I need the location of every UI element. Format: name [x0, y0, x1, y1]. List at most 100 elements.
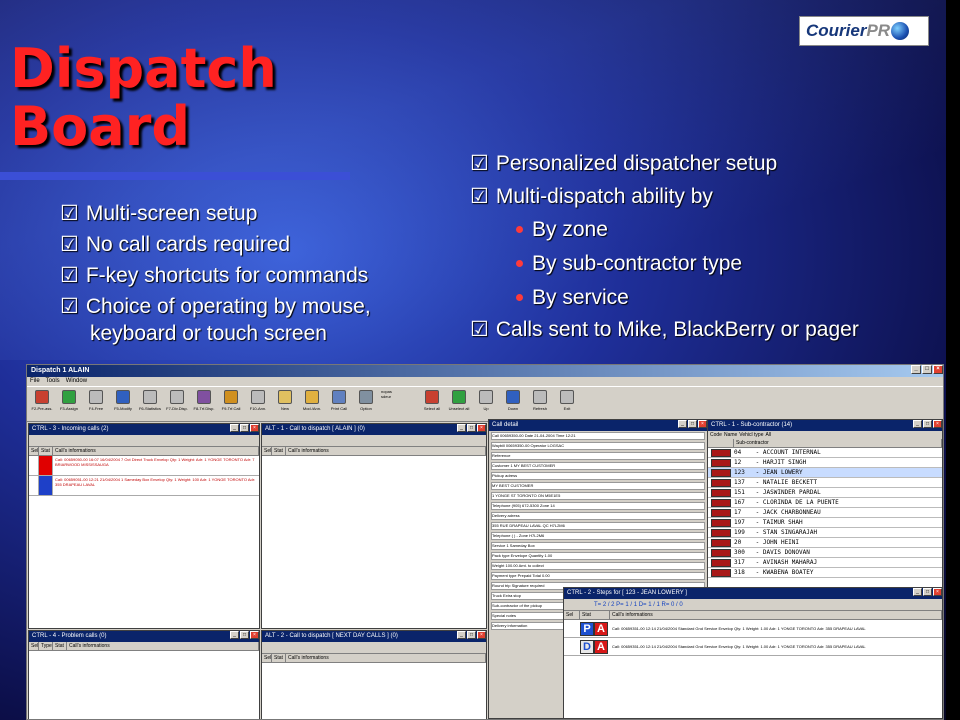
- toolbar-button[interactable]: F5-Modify: [111, 389, 135, 419]
- list-item[interactable]: 137 - NATALIE BECKETT: [708, 478, 942, 488]
- column-header[interactable]: Sel: [564, 611, 580, 619]
- minimize-button[interactable]: _: [911, 365, 921, 374]
- column-header[interactable]: Type: [39, 642, 53, 650]
- toolbar-button[interactable]: Down: [501, 389, 525, 419]
- detail-field[interactable]: Service 1 Sameday Box: [489, 541, 707, 551]
- menu-file[interactable]: File: [30, 377, 40, 386]
- list-item[interactable]: 317 - AVINASH MAHARAJ: [708, 558, 942, 568]
- detail-field[interactable]: Call 00659350-00 Date 21-04-2004 Time 12…: [489, 431, 707, 441]
- maximize-button[interactable]: □: [467, 424, 476, 432]
- list-item[interactable]: 199 - STAN SINGARAJAH: [708, 528, 942, 538]
- column-header[interactable]: Call's informations: [286, 654, 486, 662]
- maximize-button[interactable]: □: [467, 631, 476, 639]
- toolbar-button[interactable]: Select all: [420, 389, 444, 419]
- minimize-button[interactable]: _: [913, 588, 922, 596]
- close-button[interactable]: ×: [933, 420, 942, 428]
- detail-field[interactable]: Telephone (905) 672-5300 Zone 14: [489, 501, 707, 511]
- minimize-button[interactable]: _: [230, 424, 239, 432]
- toolbar-button[interactable]: F9-Trf.Call: [219, 389, 243, 419]
- radio-vehicle-type[interactable]: Vehicl type: [739, 432, 763, 438]
- toolbar-button[interactable]: F6-Statistics: [138, 389, 162, 419]
- column-header[interactable]: Sel: [262, 654, 272, 662]
- table-row[interactable]: Call: 00659051-00 12:21 21/04/2004 1 Sam…: [29, 476, 259, 496]
- toolbar-button[interactable]: Up: [474, 389, 498, 419]
- list-item[interactable]: 04 - ACCOUNT INTERNAL: [708, 448, 942, 458]
- minimize-button[interactable]: _: [457, 631, 466, 639]
- column-header[interactable]: Stat: [580, 611, 610, 619]
- toolbar-button[interactable]: Print Call: [327, 389, 351, 419]
- detail-field[interactable]: Customer 1 MY BEST CUSTOMER: [489, 461, 707, 471]
- maximize-button[interactable]: □: [923, 420, 932, 428]
- minimize-button[interactable]: _: [457, 424, 466, 432]
- list-item[interactable]: 300 - DAVIS DONOVAN: [708, 548, 942, 558]
- detail-field[interactable]: MY BEST CUSTOMER: [489, 481, 707, 491]
- toolbar-button[interactable]: F8-Trf.Disp.: [192, 389, 216, 419]
- close-button[interactable]: ×: [477, 631, 486, 639]
- maximize-button[interactable]: □: [922, 365, 932, 374]
- detail-field[interactable]: Telephone ( ) - Zone H7L2M6: [489, 531, 707, 541]
- column-header[interactable]: Sub-contractor: [734, 439, 942, 447]
- list-item[interactable]: 318 - KWABENA BOATEY: [708, 568, 942, 578]
- maximize-button[interactable]: □: [688, 420, 697, 428]
- toolbar-button[interactable]: Refresh: [528, 389, 552, 419]
- minimize-button[interactable]: _: [230, 631, 239, 639]
- column-header[interactable]: Stat: [53, 642, 67, 650]
- toolbar-button[interactable]: F4-Free: [84, 389, 108, 419]
- radio-code[interactable]: Code: [710, 432, 722, 438]
- column-header[interactable]: Stat: [272, 447, 286, 455]
- column-header[interactable]: Call's informations: [610, 611, 942, 619]
- menu-window[interactable]: Window: [66, 377, 87, 386]
- close-button[interactable]: ×: [250, 424, 259, 432]
- maximize-button[interactable]: □: [923, 588, 932, 596]
- list-item[interactable]: 197 - TAIMUR SHAH: [708, 518, 942, 528]
- toolbar-button[interactable]: F10-Ann.: [246, 389, 270, 419]
- column-header[interactable]: Stat: [272, 654, 286, 662]
- list-item[interactable]: 151 - JASWINDER PARDAL: [708, 488, 942, 498]
- column-header[interactable]: Call's informations: [53, 447, 259, 455]
- maximize-button[interactable]: □: [240, 631, 249, 639]
- toolbar-checkbox-group[interactable]: nopas sdeur: [381, 389, 417, 419]
- list-item[interactable]: 12 - HARJIT SINGH: [708, 458, 942, 468]
- close-button[interactable]: ×: [250, 631, 259, 639]
- toolbar-button[interactable]: New: [273, 389, 297, 419]
- table-row[interactable]: D A Call: 00659351-00 12:14 21/04/2004 S…: [564, 638, 942, 656]
- toolbar-checkbox[interactable]: sdeur: [381, 394, 417, 399]
- detail-field[interactable]: Pack type Envelope Quantity 1.00: [489, 551, 707, 561]
- table-row[interactable]: Call: 00659050-00 16:07 16/04/2004 7 Oct…: [29, 456, 259, 476]
- list-item[interactable]: 20 - JOHN HEINI: [708, 538, 942, 548]
- close-button[interactable]: ×: [933, 588, 942, 596]
- detail-field[interactable]: Delivery adress: [489, 511, 707, 521]
- list-item[interactable]: 167 - CLORINDA DE LA PUENTE: [708, 498, 942, 508]
- detail-field[interactable]: 1 YONGE ST TORONTO ON M5E1E5: [489, 491, 707, 501]
- detail-field[interactable]: Payment type Prepaid Total 0.00: [489, 571, 707, 581]
- toolbar-button[interactable]: Mod./Ann.: [300, 389, 324, 419]
- column-header[interactable]: Sel: [29, 642, 39, 650]
- column-header[interactable]: Call's informations: [286, 447, 486, 455]
- detail-field[interactable]: Weight 100.00 Amt. to collect: [489, 561, 707, 571]
- toolbar-button[interactable]: F3-Assign: [57, 389, 81, 419]
- column-header[interactable]: Sel: [29, 447, 39, 455]
- maximize-button[interactable]: □: [240, 424, 249, 432]
- column-header[interactable]: Stat: [39, 447, 53, 455]
- minimize-button[interactable]: _: [913, 420, 922, 428]
- detail-field[interactable]: Waybill 00659350-00 Operator LOGSAC: [489, 441, 707, 451]
- minimize-button[interactable]: _: [678, 420, 687, 428]
- detail-field[interactable]: Pickup adress: [489, 471, 707, 481]
- toolbar-button[interactable]: Exit: [555, 389, 579, 419]
- column-header[interactable]: Call's informations: [67, 642, 259, 650]
- close-button[interactable]: ×: [477, 424, 486, 432]
- detail-field[interactable]: 355 RUE DRAPEAU LAVAL QC H7L2M6: [489, 521, 707, 531]
- menu-tools[interactable]: Tools: [46, 377, 60, 386]
- radio-all[interactable]: All: [765, 432, 771, 438]
- table-row[interactable]: P A Call: 00659351-00 12:14 21/04/2004 S…: [564, 620, 942, 638]
- toolbar-button[interactable]: F2-Pre-ass.: [30, 389, 54, 419]
- list-item[interactable]: 123 - JEAN LOWERY: [708, 468, 942, 478]
- close-button[interactable]: ×: [698, 420, 707, 428]
- close-button[interactable]: ×: [933, 365, 943, 374]
- toolbar-button[interactable]: Unselect all: [447, 389, 471, 419]
- radio-name[interactable]: Name: [724, 432, 737, 438]
- toolbar-button[interactable]: Option: [354, 389, 378, 419]
- column-header[interactable]: Sel: [262, 447, 272, 455]
- detail-field[interactable]: Reference: [489, 451, 707, 461]
- list-item[interactable]: 17 - JACK CHARBONNEAU: [708, 508, 942, 518]
